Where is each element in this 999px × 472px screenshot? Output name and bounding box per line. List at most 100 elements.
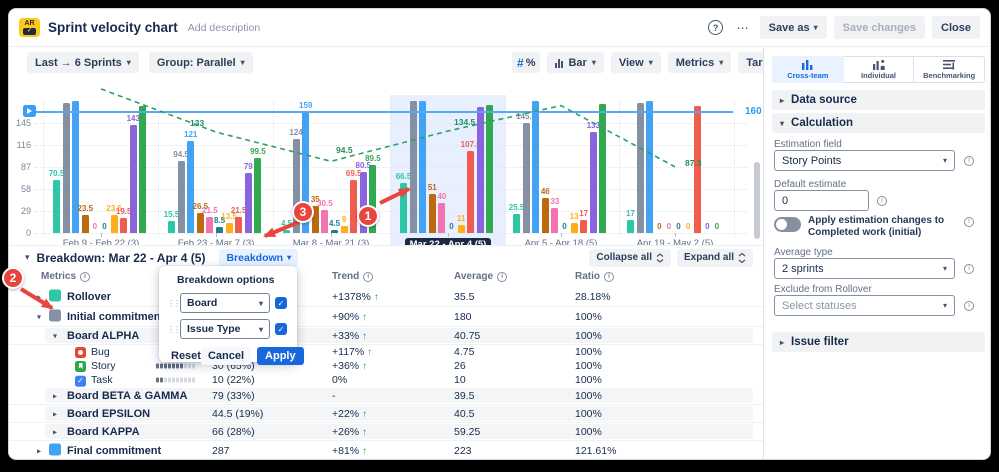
info-icon: i xyxy=(80,272,90,282)
main-content: Last → 6 Sprints▾ Group: Parallel▾ # % B… xyxy=(9,47,763,460)
annotation-badge-1: 1 xyxy=(357,205,379,227)
average-cell: 4.75 xyxy=(454,346,474,358)
chart-type-dropdown[interactable]: Bar▾ xyxy=(547,52,603,73)
section-data-source[interactable]: ▸ Data source xyxy=(772,90,985,110)
chevron-right-icon[interactable]: ▸ xyxy=(37,446,41,455)
metric-label: Board ALPHA xyxy=(67,330,139,342)
save-as-button[interactable]: Save as▾ xyxy=(760,16,827,39)
apply-button[interactable]: Apply xyxy=(257,347,304,365)
metric-label: Initial commitment xyxy=(67,311,164,323)
apply-estimation-toggle-label: Apply estimation changes to Completed wo… xyxy=(808,215,963,239)
tab-benchmarking[interactable]: Benchmarking xyxy=(913,56,985,83)
column-header-trend: Trendi xyxy=(332,271,373,282)
average-type-select[interactable]: 2 sprints▾ xyxy=(774,258,955,279)
vertical-scrollbar[interactable] xyxy=(754,162,760,239)
section-issue-filter[interactable]: ▸ Issue filter xyxy=(772,332,985,352)
breakdown-level-2-select[interactable]: Issue Type▾ xyxy=(180,319,270,339)
individual-chart-icon xyxy=(872,59,886,70)
table-row-board-kappa[interactable]: ▸Board KAPPA66 (28%)+26% ↑59.25100% xyxy=(9,423,763,441)
chevron-down-icon[interactable]: ▾ xyxy=(25,252,30,263)
trend-cell: +117% ↑ xyxy=(332,346,372,358)
metrics-dropdown[interactable]: Metrics▾ xyxy=(668,52,732,73)
story-type-icon xyxy=(75,360,86,372)
average-cell: 180 xyxy=(454,311,472,323)
table-row-board-alpha[interactable]: ▾Board ALPHA+33% ↑40.75100% xyxy=(9,327,763,345)
chevron-right-icon[interactable]: ▸ xyxy=(53,427,57,436)
ratio-cell: 100% xyxy=(575,330,602,342)
view-dropdown[interactable]: View▾ xyxy=(611,52,661,73)
trend-cell: +36% ↑ xyxy=(332,360,367,372)
collapse-all-button[interactable]: Collapse all xyxy=(589,249,671,267)
table-row-board-epsilon[interactable]: ▸Board EPSILON44.5 (19%)+22% ↑40.5100% xyxy=(9,405,763,423)
bar-chart-icon xyxy=(801,59,815,70)
number-format-option[interactable]: # xyxy=(517,56,524,70)
chevron-right-icon[interactable]: ▸ xyxy=(53,391,57,400)
drag-handle-icon[interactable]: ⋮⋮ xyxy=(167,299,175,308)
table-row-task[interactable]: ✓Task10 (22%)0%10100% xyxy=(9,373,763,387)
trend-value-label: 134.5 xyxy=(454,117,475,127)
value-cell: 287 xyxy=(212,445,230,457)
breakdown-table-header: Metricsi Trendi Averagei Ratioi xyxy=(9,271,763,287)
average-cell: 35.5 xyxy=(454,291,474,303)
distribution-gauge xyxy=(156,378,195,383)
table-row-initial-commitment[interactable]: ▾Initial commitment+90% ↑180100% xyxy=(9,307,763,327)
sprint-range-dropdown[interactable]: Last → 6 Sprints▾ xyxy=(27,52,139,73)
expand-icon xyxy=(738,253,746,263)
average-cell: 223 xyxy=(454,445,472,457)
breakdown-title: Breakdown: Mar 22 - Apr 4 (5) xyxy=(37,251,206,265)
breakdown-options-button[interactable]: Breakdown▾ xyxy=(219,249,298,267)
velocity-chart: 145116875829070.515.54.566.525.51794.512… xyxy=(9,93,763,251)
default-estimate-input[interactable]: 0 xyxy=(774,190,869,211)
ratio-cell: 121.61% xyxy=(575,445,616,457)
target-value-label: 160 xyxy=(745,106,762,117)
drag-handle-icon[interactable]: ⋮⋮ xyxy=(167,325,175,334)
add-description-link[interactable]: Add description xyxy=(188,22,260,34)
trend-cell: +81% ↑ xyxy=(332,445,367,457)
table-row-rollover[interactable]: ▸Rollover+1378% ↑35.528.18% xyxy=(9,287,763,307)
more-menu-button[interactable]: ⋯ xyxy=(733,18,753,38)
metric-label: Task xyxy=(91,374,113,386)
table-row-story[interactable]: Story30 (65%)+36% ↑26100% xyxy=(9,359,763,373)
close-button[interactable]: Close xyxy=(932,16,980,39)
cancel-button[interactable]: Cancel xyxy=(201,347,251,365)
breakdown-level-1-select[interactable]: Board▾ xyxy=(180,293,270,313)
trend-cell: +33% ↑ xyxy=(332,330,367,342)
save-changes-button: Save changes xyxy=(834,16,925,39)
column-header-ratio: Ratioi xyxy=(575,271,614,282)
info-icon: i xyxy=(964,264,974,274)
breakdown-level-1-checkbox[interactable]: ✓ xyxy=(275,297,287,309)
trend-cell: +26% ↑ xyxy=(332,426,367,438)
logo-text: AR xyxy=(24,20,34,27)
table-row-bug[interactable]: Bug+117% ↑4.75100% xyxy=(9,345,763,359)
chevron-down-icon[interactable]: ▾ xyxy=(53,331,57,340)
board-row-background xyxy=(45,424,753,439)
chevron-right-icon: ▸ xyxy=(780,96,784,105)
tab-cross-team[interactable]: Cross-team xyxy=(772,56,844,83)
chevron-down-icon: ▾ xyxy=(719,58,723,67)
help-button[interactable]: ? xyxy=(706,18,726,38)
ratio-cell: 100% xyxy=(575,390,602,402)
metric-label: Rollover xyxy=(67,291,111,303)
group-dropdown[interactable]: Group: Parallel▾ xyxy=(149,52,253,73)
default-estimate-label: Default estimate xyxy=(774,179,846,190)
chevron-down-icon: ▾ xyxy=(814,23,818,32)
chevron-right-icon[interactable]: ▸ xyxy=(53,409,57,418)
chevron-down-icon[interactable]: ▾ xyxy=(37,312,41,321)
reset-button[interactable]: Reset xyxy=(171,350,201,362)
section-calculation[interactable]: ▾ Calculation xyxy=(772,113,985,133)
apply-estimation-toggle[interactable] xyxy=(774,217,801,232)
trend-value-label: 94.5 xyxy=(336,145,353,155)
breakdown-level-2-checkbox[interactable]: ✓ xyxy=(275,323,287,335)
estimation-field-select[interactable]: Story Points▾ xyxy=(774,150,955,171)
expand-all-button[interactable]: Expand all xyxy=(677,249,753,267)
board-row-background xyxy=(45,406,753,421)
percent-format-option[interactable]: % xyxy=(526,57,536,69)
y-axis-tick-label: 87 xyxy=(9,162,31,172)
tab-individual[interactable]: Individual xyxy=(843,56,915,83)
top-bar: AR ✓ Sprint velocity chart Add descripti… xyxy=(9,9,990,47)
value-format-toggle[interactable]: # % xyxy=(512,52,540,73)
exclude-rollover-select[interactable]: Select statuses▾ xyxy=(774,295,955,316)
chevron-right-icon[interactable]: ▸ xyxy=(37,292,41,301)
table-row-final-commitment[interactable]: ▸Final commitment287+81% ↑223121.61% xyxy=(9,441,763,460)
table-row-board-beta-gamma[interactable]: ▸Board BETA & GAMMA79 (33%)-39.5100% xyxy=(9,387,763,405)
